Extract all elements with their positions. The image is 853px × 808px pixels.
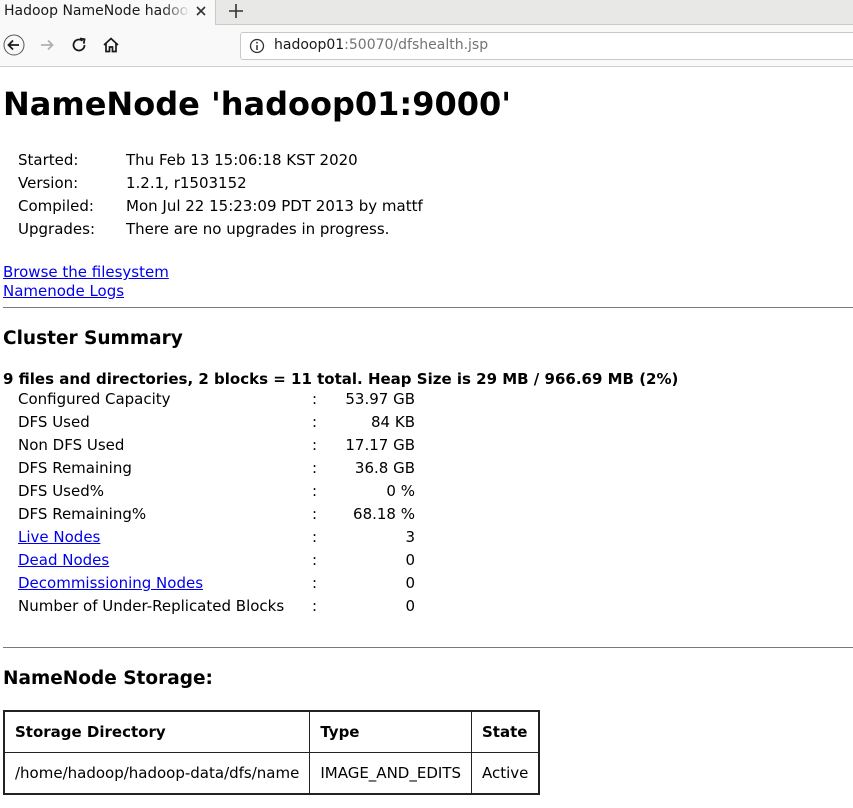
page-links: Browse the filesystem Namenode Logs: [3, 262, 169, 300]
stat-label: DFS Used%: [18, 482, 105, 500]
back-arrow-icon: [3, 34, 25, 56]
column-header: Storage Directory: [3, 710, 311, 753]
home-button[interactable]: [99, 33, 123, 57]
table-row: /home/hadoop/hadoop-data/dfs/name IMAGE_…: [3, 752, 540, 795]
info-value: 1.2.1, r1503152: [126, 174, 247, 192]
url-path: :50070/dfshealth.jsp: [344, 37, 489, 53]
info-value: Mon Jul 22 15:23:09 PDT 2013 by mattf: [126, 197, 423, 215]
url-host: hadoop01: [274, 37, 345, 53]
divider: [3, 647, 853, 648]
live-nodes-link[interactable]: Live Nodes: [18, 528, 100, 546]
stat-label: DFS Remaining: [18, 459, 132, 477]
info-value: There are no upgrades in progress.: [126, 220, 390, 238]
info-icon[interactable]: [249, 38, 265, 54]
stat-value: 84 KB: [371, 413, 415, 431]
stat-label: Number of Under-Replicated Blocks: [18, 597, 285, 615]
home-icon: [103, 37, 119, 53]
info-label: Compiled:: [18, 197, 94, 215]
stat-value: 0: [405, 597, 415, 615]
stat-label: Non DFS Used: [18, 436, 125, 454]
stat-label: DFS Used: [18, 413, 90, 431]
stat-label: Configured Capacity: [18, 390, 171, 408]
info-value: Thu Feb 13 15:06:18 KST 2020: [126, 151, 358, 169]
info-label: Started:: [18, 151, 79, 169]
stat-value: 0: [405, 574, 415, 592]
stat-value: 36.8 GB: [354, 459, 415, 477]
close-tab-icon[interactable]: [193, 3, 209, 19]
namenode-logs-link[interactable]: Namenode Logs: [3, 282, 124, 300]
table-cell: IMAGE_AND_EDITS: [309, 752, 472, 795]
info-label: Version:: [18, 174, 79, 192]
stat-value: 68.18 %: [353, 505, 415, 523]
column-header: State: [470, 710, 540, 753]
forward-arrow-icon: [41, 39, 54, 51]
forward-button[interactable]: [35, 33, 59, 57]
back-button[interactable]: [2, 33, 26, 57]
tab-title: Hadoop NameNode hadoop01:9000: [4, 3, 190, 19]
stat-value: 0 %: [386, 482, 415, 500]
table-cell: Active: [470, 752, 540, 795]
table-header-row: Storage Directory Type State: [3, 710, 540, 753]
address-bar[interactable]: hadoop01:50070/dfshealth.jsp: [240, 32, 853, 60]
browser-tab[interactable]: Hadoop NameNode hadoop01:9000: [0, 0, 216, 25]
stat-label: DFS Remaining%: [18, 505, 147, 523]
info-label: Upgrades:: [18, 220, 95, 238]
dead-nodes-link[interactable]: Dead Nodes: [18, 551, 109, 569]
stat-value: 17.17 GB: [345, 436, 415, 454]
divider: [3, 307, 853, 308]
tab-strip: Hadoop NameNode hadoop01:9000: [0, 0, 853, 25]
cluster-summary-heading: Cluster Summary: [3, 328, 183, 349]
cluster-summary-line: 9 files and directories, 2 blocks = 11 t…: [3, 370, 679, 388]
navigation-toolbar: hadoop01:50070/dfshealth.jsp: [0, 25, 853, 67]
reload-icon: [72, 37, 86, 52]
namenode-storage-heading: NameNode Storage:: [3, 668, 213, 689]
new-tab-icon[interactable]: [226, 1, 246, 21]
stat-value: 0: [405, 551, 415, 569]
table-cell: /home/hadoop/hadoop-data/dfs/name: [3, 752, 311, 795]
stat-value: 53.97 GB: [345, 390, 415, 408]
browse-filesystem-link[interactable]: Browse the filesystem: [3, 263, 169, 281]
url-text[interactable]: hadoop01:50070/dfshealth.jsp: [274, 37, 488, 53]
column-header: Type: [309, 710, 472, 753]
decommissioning-nodes-link[interactable]: Decommissioning Nodes: [18, 574, 203, 592]
namenode-storage-table: Storage Directory Type State /home/hadoo…: [3, 710, 541, 795]
reload-button[interactable]: [67, 33, 91, 57]
page-title: NameNode 'hadoop01:9000': [3, 85, 512, 123]
stat-value: 3: [405, 528, 415, 546]
